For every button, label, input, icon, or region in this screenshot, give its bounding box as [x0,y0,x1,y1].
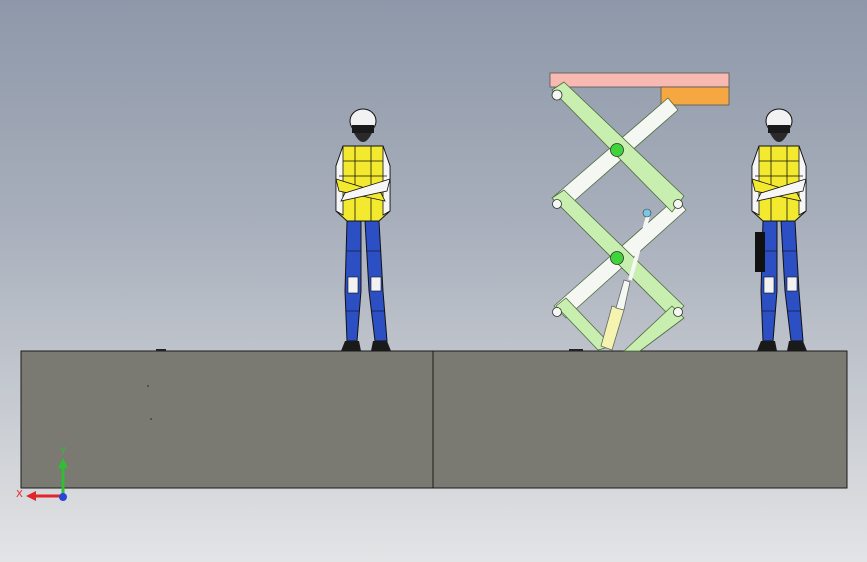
worker-right-dark-patch [755,232,765,272]
ground-slab [20,349,848,489]
slab-marker [569,349,583,351]
triad-y-label: Y [59,446,67,457]
triad-x-label: X [16,489,23,500]
worker-left[interactable] [335,108,392,352]
slab-marker [156,349,166,351]
lift-platform [549,72,730,88]
worker-right[interactable] [751,108,808,352]
scissor-lift[interactable] [549,72,730,352]
cad-viewport[interactable]: Y X [0,0,867,562]
